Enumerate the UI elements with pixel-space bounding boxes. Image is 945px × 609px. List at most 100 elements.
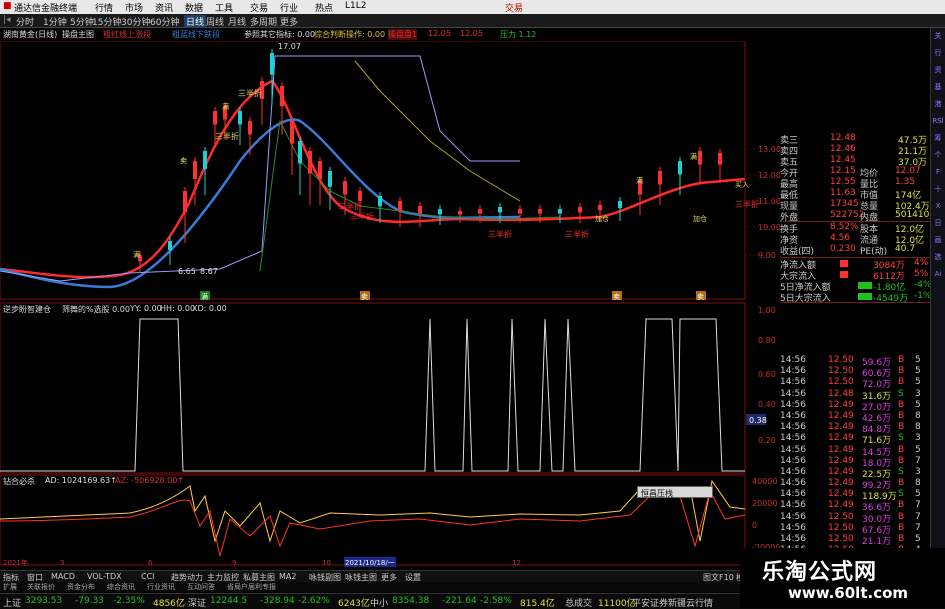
- index-amount: 815.4亿: [520, 599, 555, 609]
- candle-body: [318, 161, 322, 179]
- side-tool-icon[interactable]: 画: [931, 232, 945, 249]
- side-tool-icon[interactable]: 筹: [931, 130, 945, 147]
- side-tool-icon[interactable]: Ai: [931, 266, 945, 283]
- index-name[interactable]: 深证: [188, 596, 206, 609]
- period-tab[interactable]: 30分钟: [121, 15, 150, 28]
- side-tool-icon[interactable]: 个: [931, 147, 945, 164]
- candle-body: [328, 171, 332, 187]
- tick-row: 14:56 12.49 84.8万 B 8: [780, 422, 930, 435]
- tick-price: 12.50: [828, 377, 854, 388]
- side-tool-icon[interactable]: 关: [931, 28, 945, 45]
- flow-row: 5日净流入额 -1.80亿 -4%: [780, 280, 932, 293]
- info-tab[interactable]: 资金分布: [67, 582, 95, 592]
- popup-label[interactable]: 恒昌压栈: [637, 486, 713, 498]
- tick-price: 12.50: [828, 522, 854, 533]
- menu-l1l2[interactable]: L1L2: [345, 1, 366, 11]
- indicator-tab[interactable]: VOL-TDX: [87, 572, 122, 581]
- panel2-title[interactable]: 逆步盼智建仓: [3, 304, 51, 315]
- watermark-url: www.60lt.com: [788, 584, 909, 602]
- side-tool-icon[interactable]: 日: [931, 215, 945, 232]
- tick-count: 3: [915, 466, 921, 477]
- period-tab[interactable]: 15分钟: [92, 15, 121, 28]
- tick-price: 12.49: [828, 489, 854, 500]
- side-tool-icon[interactable]: 选: [931, 249, 945, 266]
- indicator-legend: 粗红线上涨段: [103, 30, 151, 39]
- period-prev-icon[interactable]: |◂: [3, 15, 11, 25]
- period-tab[interactable]: 1分钟: [43, 15, 67, 28]
- tick-time: 14:56: [780, 410, 806, 421]
- tick-row: 14:56 12.49 118.9万 S 5: [780, 489, 930, 502]
- tick-price: 12.50: [828, 511, 854, 522]
- menu-quotes[interactable]: 行情: [95, 1, 113, 14]
- total-volume: 11100亿: [598, 599, 636, 609]
- side-tool-icon[interactable]: 港: [931, 96, 945, 113]
- tick-row: 14:56 12.49 18.0万 B 7: [780, 456, 930, 469]
- panel2-frame: [0, 302, 746, 474]
- menu-industry[interactable]: 行业: [280, 1, 298, 14]
- tick-count: 5: [915, 377, 921, 388]
- indicator-legend: 粗蓝线下跌段: [172, 30, 220, 39]
- indicator-name[interactable]: 操盘主图: [62, 29, 94, 40]
- indicator-legend: 压力 1.12: [500, 30, 537, 39]
- info-tab[interactable]: 扩展: [3, 582, 17, 592]
- period-tab[interactable]: 60分钟: [150, 15, 179, 28]
- tick-count: 5: [915, 489, 921, 500]
- indicator-tab[interactable]: MACD: [51, 572, 75, 581]
- index-change: -328.94: [260, 596, 295, 606]
- period-tab[interactable]: 月线: [228, 15, 246, 28]
- info-tab[interactable]: 省局户届利专报: [227, 582, 276, 592]
- info-tab[interactable]: 互动问答: [187, 582, 215, 592]
- candle-body: [398, 201, 402, 211]
- stock-label[interactable]: 湖南黄金(日线): [3, 29, 57, 40]
- period-tab[interactable]: 周线: [206, 15, 224, 28]
- menu-data[interactable]: 数据: [185, 1, 203, 14]
- menu-trade[interactable]: 交易: [250, 1, 268, 14]
- tick-time: 14:56: [780, 466, 806, 477]
- menu-tools[interactable]: 工具: [215, 1, 233, 14]
- period-tab[interactable]: 5分钟: [70, 15, 94, 28]
- flow-bar: [858, 282, 872, 289]
- main-panel-frame: [0, 41, 746, 300]
- side-tool-icon[interactable]: 资: [931, 62, 945, 79]
- panel2-y-tick: 0.80: [758, 336, 776, 345]
- info-tab[interactable]: 综合资讯: [107, 582, 135, 592]
- side-tool-icon[interactable]: 基: [931, 79, 945, 96]
- tick-count: 5: [915, 399, 921, 410]
- side-tool-icon[interactable]: 十: [931, 181, 945, 198]
- osc-line-ad: [0, 479, 746, 543]
- candle-body: [558, 209, 562, 214]
- trade-button[interactable]: 交易: [505, 1, 523, 14]
- side-tool-icon[interactable]: F: [931, 164, 945, 181]
- period-tab[interactable]: 多周期: [250, 15, 277, 28]
- side-tool-icon[interactable]: RSI: [931, 113, 945, 130]
- index-name[interactable]: 中小: [370, 596, 388, 609]
- signal-flag: 卖: [180, 157, 187, 165]
- indicator-tab[interactable]: MA2: [279, 572, 296, 581]
- index-pct: -2.35%: [113, 596, 145, 606]
- low-price-label: 8.67: [200, 267, 218, 276]
- candle-body: [538, 209, 542, 214]
- candle-body: [358, 191, 362, 201]
- quote-row: 卖三 12.48 47.5万: [780, 133, 930, 146]
- indicator-tab[interactable]: CCI: [141, 572, 155, 581]
- menu-hotspot[interactable]: 热点: [315, 1, 333, 14]
- quote-value: 8.52%: [830, 222, 859, 232]
- info-tab[interactable]: 行业资讯: [147, 582, 175, 592]
- period-tab[interactable]: 分时: [16, 15, 34, 28]
- info-tab[interactable]: 关联报价: [27, 582, 55, 592]
- side-tool-icon[interactable]: X: [931, 198, 945, 215]
- flow-pct: 5%: [914, 269, 929, 279]
- side-tool-icon[interactable]: 行: [931, 45, 945, 62]
- period-tab-active[interactable]: 日线: [184, 15, 207, 28]
- panel2-signal-line: [0, 318, 745, 472]
- menu-news[interactable]: 资讯: [155, 1, 173, 14]
- tick-time: 14:56: [780, 388, 806, 399]
- menu-market[interactable]: 市场: [125, 1, 143, 14]
- low-price-label: 6.65: [178, 267, 196, 276]
- period-tab[interactable]: 更多: [280, 15, 298, 28]
- panel3-y-tick: 20000: [752, 499, 777, 508]
- panel3-title[interactable]: 钻合必杀: [3, 476, 35, 487]
- index-change: -79.33: [75, 596, 105, 606]
- watermark: 乐淘公式网 www.60lt.com: [740, 548, 945, 608]
- index-name[interactable]: 上证: [3, 596, 21, 609]
